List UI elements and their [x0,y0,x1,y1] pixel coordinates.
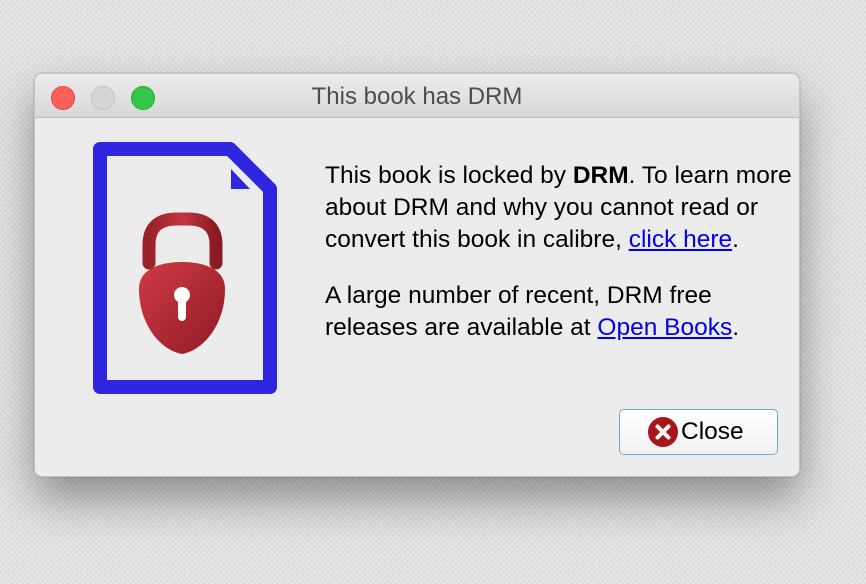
title-bar[interactable]: This book has DRM [35,74,799,118]
locked-document-icon [93,142,277,394]
close-button[interactable]: Close [619,409,778,455]
open-books-link[interactable]: Open Books [597,314,732,341]
window-title: This book has DRM [311,83,523,110]
drm-explanation: This book is locked by DRM. To learn mor… [325,162,792,253]
drm-free-note: A large number of recent, DRM free relea… [325,282,740,341]
click-here-link[interactable]: click here [629,226,732,253]
drm-message: This book is locked by DRM. To learn mor… [325,160,795,344]
close-circle-icon [648,417,678,447]
drm-dialog: This book has DRM This book is locked by… [34,73,800,477]
close-button-label: Close [681,418,744,445]
drm-emphasis: DRM [572,162,629,189]
